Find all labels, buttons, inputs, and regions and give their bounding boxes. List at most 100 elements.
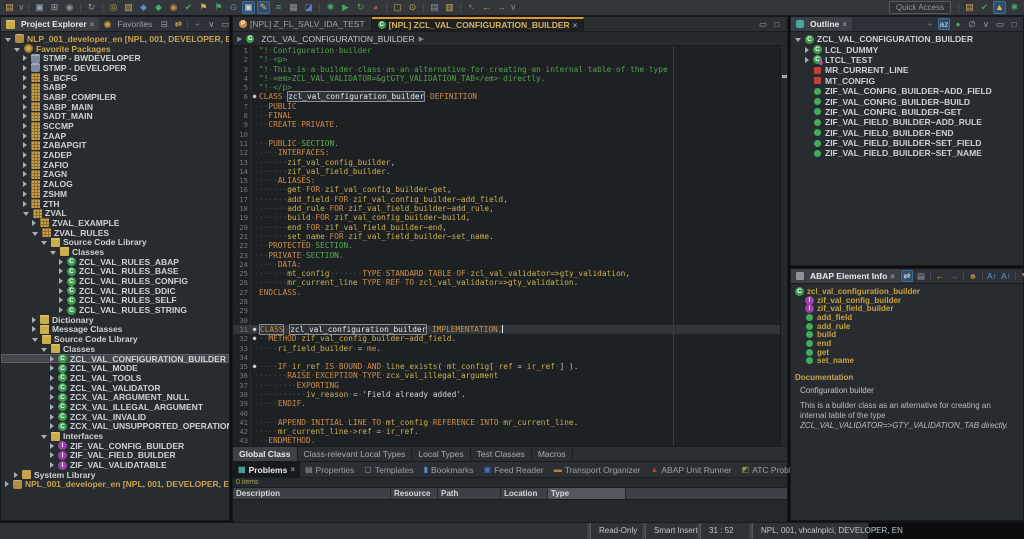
outline-item[interactable]: ZIF_VAL_CONFIG_BUILDER~ADD_FIELD	[791, 86, 1023, 96]
tab-project-explorer[interactable]: Project Explorer ×	[1, 17, 99, 31]
edit-toggle-icon[interactable]: ✎	[257, 1, 270, 14]
hide-non-public-icon[interactable]: ●	[952, 18, 964, 30]
check-syntax-icon[interactable]: ◆	[152, 1, 165, 14]
collapse-arrow-icon[interactable]	[41, 241, 47, 245]
project-tree[interactable]: NLP_001_developer_en [NPL, 001, DEVELOPE…	[1, 32, 229, 518]
problems-table-body[interactable]	[233, 500, 787, 523]
back-icon[interactable]: ←	[480, 1, 493, 14]
outline-item[interactable]: ZIF_VAL_FIELD_BUILDER~END	[791, 128, 1023, 138]
outline-tree[interactable]: CZCL_VAL_CONFIGURATION_BUILDERCLCL_DUMMY…	[791, 32, 1023, 159]
outline-item[interactable]: MR_CURRENT_LINE	[791, 65, 1023, 75]
tree-item[interactable]: ZAGN	[1, 170, 229, 180]
expand-arrow-icon[interactable]	[5, 481, 9, 487]
tree-item[interactable]: CZCX_VAL_ARGUMENT_NULL	[1, 392, 229, 402]
minimize-icon[interactable]: ▭	[219, 18, 231, 30]
view-tab-problems[interactable]: ▦Problems×	[233, 462, 300, 477]
expand-arrow-icon[interactable]	[14, 472, 18, 478]
column-header-resource[interactable]: Resource	[391, 488, 438, 499]
tree-item[interactable]: CZCL_VAL_MODE	[1, 363, 229, 373]
expand-arrow-icon[interactable]	[50, 452, 54, 458]
column-header-type[interactable]: Type	[548, 488, 626, 499]
view-tab-bookmarks[interactable]: ▮Bookmarks	[419, 462, 479, 477]
section-tab-macros[interactable]: Macros	[532, 447, 573, 461]
tree-item[interactable]: CZCL_VAL_RULES_CONFIG	[1, 276, 229, 286]
collapse-arrow-icon[interactable]	[795, 38, 801, 42]
element-info-list[interactable]: Czcl_val_configuration_builderIzif_val_c…	[791, 284, 1023, 365]
collapse-arrow-icon[interactable]	[14, 48, 20, 52]
tree-item[interactable]: ZVAL	[1, 208, 229, 218]
maximize-icon[interactable]: □	[771, 18, 783, 30]
hide-decorations-icon[interactable]: ∅	[966, 18, 978, 30]
tree-item[interactable]: Dictionary	[1, 315, 229, 325]
open-development-object-icon[interactable]: ▢	[391, 1, 404, 14]
view-tab-abap-unit-runner[interactable]: ▲ABAP Unit Runner	[645, 462, 736, 477]
new-dropdown-icon[interactable]: ∨	[18, 1, 24, 14]
back-icon[interactable]: ←	[934, 270, 946, 282]
view-tab-feed-reader[interactable]: ▣Feed Reader	[479, 462, 549, 477]
terminate-icon[interactable]: ◕	[369, 1, 382, 14]
tree-item[interactable]: Favorite Packages	[1, 44, 229, 54]
activate-icon[interactable]: ◉	[167, 1, 180, 14]
expand-arrow-icon[interactable]	[23, 84, 27, 90]
link-with-selection-icon[interactable]: ⇄	[901, 270, 913, 282]
column-header-description[interactable]: Description	[233, 488, 391, 499]
tree-item[interactable]: CZCX_VAL_INVALID	[1, 412, 229, 422]
expand-arrow-icon[interactable]	[23, 133, 27, 139]
section-tab-local-types[interactable]: Local Types	[412, 447, 470, 461]
expand-arrow-icon[interactable]	[59, 278, 63, 284]
tree-item[interactable]: ZADEP	[1, 150, 229, 160]
new-abap-object-icon[interactable]: ▨	[122, 1, 135, 14]
run-abap-object-icon[interactable]: ⚑	[212, 1, 225, 14]
outline-item[interactable]: ZIF_VAL_FIELD_BUILDER~SET_FIELD	[791, 138, 1023, 148]
expand-arrow-icon[interactable]	[50, 443, 54, 449]
print-icon[interactable]: ◉	[63, 1, 76, 14]
open-object-icon[interactable]: ⚑	[197, 1, 210, 14]
editor-tab[interactable]: P[NPL] Z_FL_SALV_IDA_TEST	[233, 17, 372, 31]
collapse-arrow-icon[interactable]	[32, 232, 38, 236]
expand-arrow-icon[interactable]	[23, 123, 27, 129]
collapse-arrow-icon[interactable]	[5, 38, 11, 42]
breadcrumb-item[interactable]: ZCL_VAL_CONFIGURATION_BUILDER	[261, 34, 414, 44]
tree-item[interactable]: Classes	[1, 247, 229, 257]
format-source-icon[interactable]: ≡	[272, 1, 285, 14]
tree-item[interactable]: S_BCFG	[1, 73, 229, 83]
outline-item[interactable]: CLCL_DUMMY	[791, 44, 1023, 54]
copy-icon[interactable]: ▤	[428, 1, 441, 14]
tree-item[interactable]: STMP - DEVELOPER	[1, 63, 229, 73]
expand-arrow-icon[interactable]	[23, 55, 27, 61]
outline-item[interactable]: MT_CONFIG	[791, 76, 1023, 86]
expand-arrow-icon[interactable]	[23, 171, 27, 177]
expand-arrow-icon[interactable]	[50, 462, 54, 468]
expand-arrow-icon[interactable]	[59, 268, 63, 274]
tree-item[interactable]: CZCL_VAL_VALIDATOR	[1, 383, 229, 393]
new-note-icon[interactable]: ▥	[443, 1, 456, 14]
status-segment-2[interactable]: 31 : 52	[700, 523, 733, 539]
status-segment-1[interactable]: Smart Insert	[645, 523, 698, 539]
outline-item[interactable]: ZIF_VAL_CONFIG_BUILDER~GET	[791, 107, 1023, 117]
tab-element-info[interactable]: ABAP Element Info ×	[791, 269, 900, 283]
view-tab-properties[interactable]: ▤Properties	[300, 462, 359, 477]
forward-dropdown-icon[interactable]: ∨	[510, 1, 516, 14]
view-tab-transport-organizer[interactable]: ▬Transport Organizer	[549, 462, 646, 477]
expand-arrow-icon[interactable]	[23, 113, 27, 119]
view-menu-icon[interactable]: ∨	[205, 18, 217, 30]
user-info-icon[interactable]: ☻	[967, 270, 979, 282]
element-info-item[interactable]: build	[791, 330, 1023, 339]
expand-arrow-icon[interactable]	[59, 307, 63, 313]
collapse-arrow-icon[interactable]	[41, 348, 47, 352]
column-header-location[interactable]: Location	[501, 488, 548, 499]
tree-item[interactable]: SCCMP	[1, 121, 229, 131]
expand-arrow-icon[interactable]	[59, 259, 63, 265]
occurrence-marker[interactable]	[782, 75, 787, 78]
activate-all-icon[interactable]: ✔	[182, 1, 195, 14]
search-icon[interactable]: ⊙	[227, 1, 240, 14]
expand-arrow-icon[interactable]	[23, 142, 27, 148]
tree-item[interactable]: Interfaces	[1, 431, 229, 441]
quick-access-button[interactable]: Quick Access	[889, 1, 951, 14]
expand-arrow-icon[interactable]	[32, 220, 36, 226]
element-info-item[interactable]: Izif_val_config_builder	[791, 296, 1023, 305]
debug-perspective-icon[interactable]: ✱	[1008, 1, 1021, 14]
expand-arrow-icon[interactable]	[50, 365, 54, 371]
collapse-arrow-icon[interactable]	[32, 338, 38, 342]
tree-item[interactable]: SABP_COMPILER	[1, 92, 229, 102]
